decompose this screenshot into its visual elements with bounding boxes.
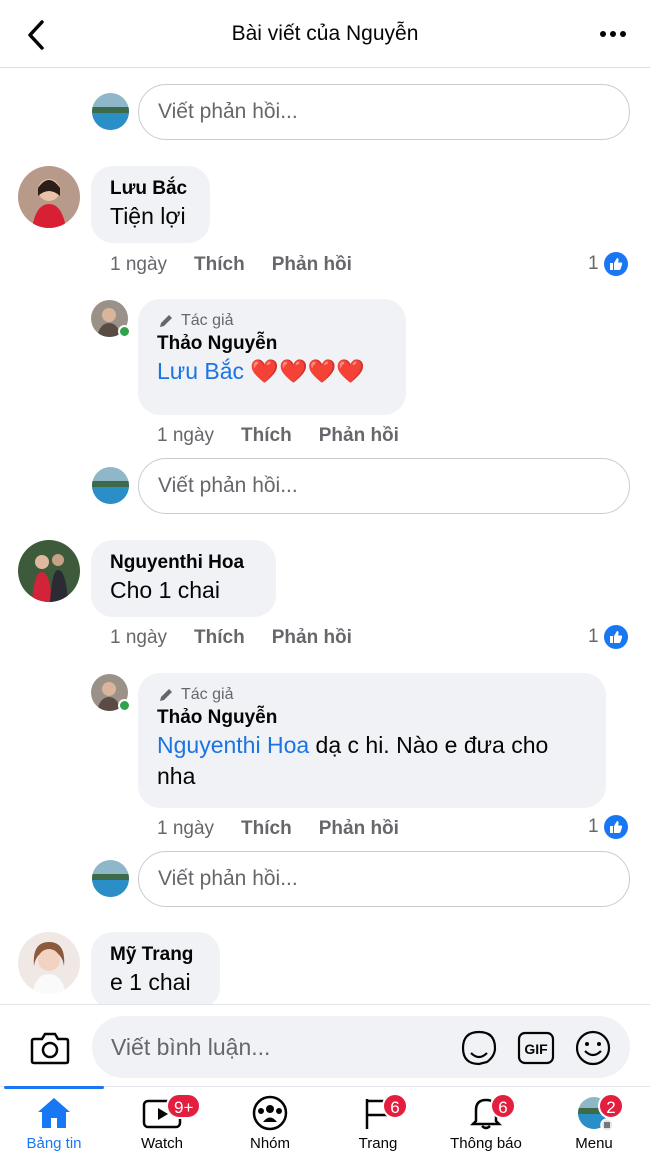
pencil-icon: [160, 689, 172, 701]
like-button[interactable]: Thích: [241, 425, 292, 447]
tab-label: Thông báo: [450, 1135, 522, 1152]
avatar[interactable]: [91, 674, 131, 712]
reply-input-row: Viết phản hồi...: [92, 851, 630, 907]
comment-author[interactable]: Mỹ Trang: [110, 943, 201, 967]
pencil-icon: [160, 315, 172, 327]
reply-time: 1 ngày: [157, 425, 215, 446]
author-badge: Tác giả: [157, 684, 587, 706]
reaction-number: 1: [588, 626, 599, 647]
comments-list: Viết phản hồi... Lưu Bắc Tiện lợi 1 ngày…: [0, 69, 650, 1004]
tab-label: Nhóm: [249, 1135, 290, 1152]
comment-actions: 1 ngày Thích Phản hồi: [110, 254, 352, 276]
like-button[interactable]: Thích: [194, 254, 245, 276]
comment-bubble[interactable]: Mỹ Trang e 1 chai: [91, 932, 220, 1004]
reaction-number: 1: [588, 816, 599, 837]
reply-input[interactable]: Viết phản hồi...: [138, 851, 630, 907]
avatar[interactable]: [18, 166, 80, 228]
reply-button[interactable]: Phản hồi: [319, 425, 399, 447]
reply-button[interactable]: Phản hồi: [319, 818, 399, 840]
online-status-dot: [118, 699, 131, 712]
comment-time: 1 ngày: [110, 627, 168, 648]
reply-author[interactable]: Thảo Nguyễn: [157, 332, 387, 356]
reply-button[interactable]: Phản hồi: [272, 627, 352, 649]
like-button[interactable]: Thích: [194, 627, 245, 649]
reply-text: Nguyenthi Hoa dạ c hi. Nào e đưa cho nha: [157, 730, 587, 792]
comment-text: e 1 chai: [110, 969, 191, 995]
comment-time: 1 ngày: [110, 254, 168, 275]
page-title: Bài viết của Nguyễn: [231, 22, 419, 45]
reply-button[interactable]: Phản hồi: [272, 254, 352, 276]
author-badge-label: Tác giả: [181, 686, 234, 703]
tab-label: Bảng tin: [26, 1135, 82, 1152]
reaction-count[interactable]: 1: [588, 252, 628, 276]
groups-icon: [252, 1095, 288, 1131]
reply-bubble[interactable]: Tác giả Thảo Nguyễn Nguyenthi Hoa dạ c h…: [138, 673, 606, 808]
my-avatar: [92, 93, 129, 130]
reply-input[interactable]: Viết phản hồi...: [138, 458, 630, 514]
tab-pages[interactable]: 6 Trang: [324, 1087, 432, 1156]
notification-badge: 9+: [166, 1093, 202, 1119]
tab-notifications[interactable]: 6 Thông báo: [432, 1087, 540, 1156]
reply-actions: 1 ngày Thích Phản hồi: [157, 818, 399, 840]
notification-badge: 6: [382, 1093, 408, 1119]
top-bar: Bài viết của Nguyễn: [0, 0, 650, 68]
home-icon: [38, 1098, 70, 1128]
like-reaction-icon: [603, 252, 628, 276]
notification-badge: 2: [598, 1093, 624, 1119]
reply-body: ❤️❤️❤️❤️: [250, 358, 365, 384]
comment-text: Tiện lợi: [110, 203, 186, 229]
notification-badge: 6: [490, 1093, 516, 1119]
tab-label: Watch: [141, 1135, 183, 1152]
reply-input[interactable]: Viết phản hồi...: [138, 84, 630, 140]
reply-text: Lưu Bắc ❤️❤️❤️❤️: [157, 356, 387, 387]
reply-bubble[interactable]: Tác giả Thảo Nguyễn Lưu Bắc ❤️❤️❤️❤️: [138, 299, 406, 415]
comment-input-placeholder: Viết bình luận...: [111, 1034, 271, 1060]
reply-input-row: Viết phản hồi...: [92, 458, 630, 514]
emoji-icon[interactable]: [574, 1029, 612, 1067]
my-avatar: [92, 467, 129, 504]
reply-actions: 1 ngày Thích Phản hồi: [157, 425, 399, 447]
reply-input-row: Viết phản hồi...: [92, 84, 630, 140]
reply-author[interactable]: Thảo Nguyễn: [157, 706, 587, 730]
tab-home[interactable]: Bảng tin: [0, 1086, 108, 1156]
author-badge: Tác giả: [157, 310, 387, 332]
more-options-icon[interactable]: [598, 22, 628, 46]
mention-link[interactable]: Lưu Bắc: [157, 358, 244, 384]
comment-author[interactable]: Lưu Bắc: [110, 177, 191, 201]
gif-button[interactable]: GIF: [517, 1030, 555, 1068]
tab-watch[interactable]: 9+ Watch: [108, 1087, 216, 1156]
avatar[interactable]: [18, 540, 80, 602]
comment-bubble[interactable]: Nguyenthi Hoa Cho 1 chai: [91, 540, 276, 617]
avatar[interactable]: [18, 932, 80, 994]
like-button[interactable]: Thích: [241, 818, 292, 840]
avatar[interactable]: [91, 300, 131, 338]
gif-label: GIF: [524, 1041, 548, 1057]
author-badge-label: Tác giả: [181, 312, 234, 329]
reaction-count[interactable]: 1: [588, 625, 628, 649]
comment-text: Cho 1 chai: [110, 577, 220, 603]
reaction-count[interactable]: 1: [588, 815, 628, 839]
my-avatar: [92, 860, 129, 897]
like-reaction-icon: [603, 815, 628, 839]
reply-time: 1 ngày: [157, 818, 215, 839]
reaction-number: 1: [588, 253, 599, 274]
tab-groups[interactable]: Nhóm: [216, 1087, 324, 1156]
comment-composer: Viết bình luận... GIF: [0, 1004, 650, 1086]
like-reaction-icon: [603, 625, 628, 649]
comment-author[interactable]: Nguyenthi Hoa: [110, 551, 257, 575]
sticker-icon[interactable]: [460, 1029, 498, 1067]
comment-bubble[interactable]: Lưu Bắc Tiện lợi: [91, 166, 210, 243]
bottom-tab-bar: Bảng tin 9+ Watch Nhóm 6 Trang 6 Thông b…: [0, 1086, 650, 1156]
active-tab-indicator: [4, 1086, 104, 1089]
tab-label: Menu: [575, 1135, 613, 1152]
mention-link[interactable]: Nguyenthi Hoa: [157, 732, 309, 758]
tab-menu[interactable]: 2 Menu: [540, 1087, 648, 1156]
comment-actions: 1 ngày Thích Phản hồi: [110, 627, 352, 649]
tab-label: Trang: [358, 1135, 398, 1152]
online-status-dot: [118, 325, 131, 338]
camera-icon[interactable]: [30, 1030, 70, 1066]
